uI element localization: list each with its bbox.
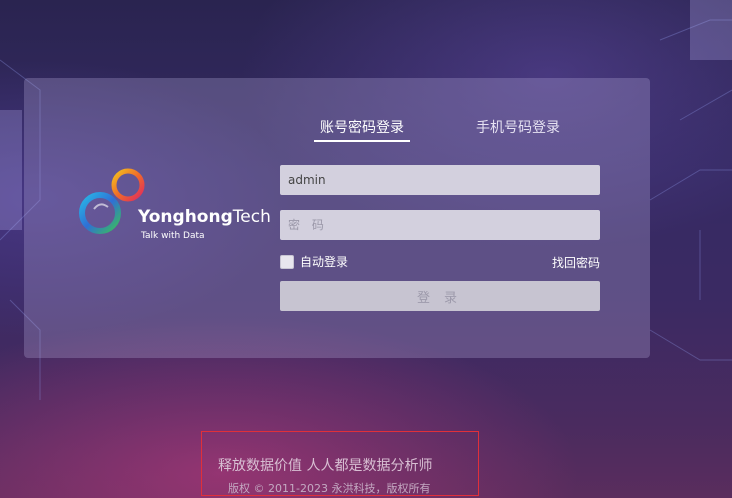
footer-slogan: 释放数据价值 人人都是数据分析师 <box>218 458 433 474</box>
auto-login-label: 自动登录 <box>300 255 349 269</box>
checkbox-icon[interactable] <box>280 254 294 269</box>
brand-name: YonghongTech <box>138 207 271 227</box>
login-button[interactable]: 登录 <box>280 281 600 311</box>
auto-login-checkbox[interactable]: 自动登录 <box>280 253 348 270</box>
tab-account-login[interactable]: 账号密码登录 <box>320 117 404 137</box>
password-input[interactable] <box>280 210 600 240</box>
username-input[interactable] <box>280 165 600 195</box>
brand-tagline: Talk with Data <box>141 231 205 241</box>
forgot-password-link[interactable]: 找回密码 <box>552 254 600 271</box>
footer-copyright: 版权 © 2011-2023 永洪科技，版权所有 <box>228 482 431 495</box>
active-tab-indicator <box>314 140 410 142</box>
tab-phone-login[interactable]: 手机号码登录 <box>476 117 560 137</box>
